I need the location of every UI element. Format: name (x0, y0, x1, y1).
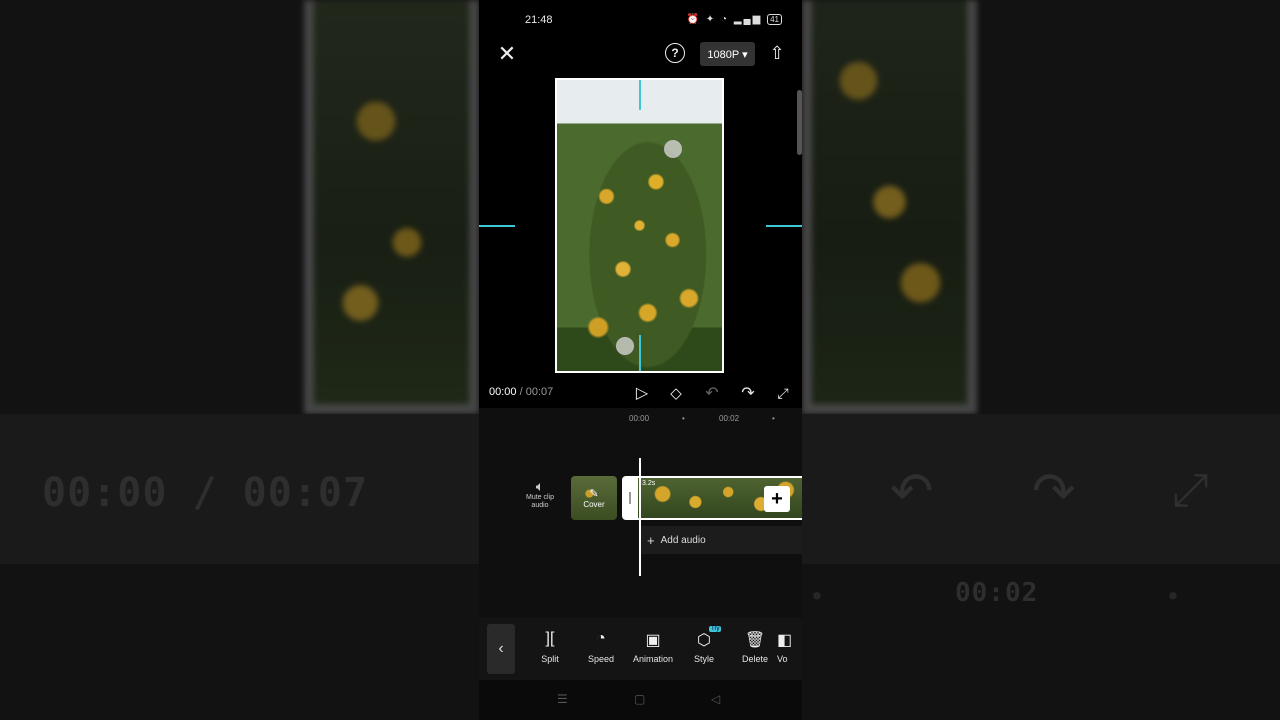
tool-label: Speed (587, 654, 615, 664)
close-icon[interactable]: ✕ (493, 40, 521, 68)
scale-handle[interactable] (616, 337, 634, 355)
add-audio-label: Add audio (660, 534, 706, 546)
ruler-mark: 00:02 (719, 414, 740, 423)
status-icons: ⏰ ✦ ◔ ▂▄▆ 41 (687, 14, 782, 25)
delete-icon: 🗑︎ (744, 632, 766, 649)
fullscreen-icon[interactable]: ⤢ (772, 382, 794, 404)
animation-icon: ▣ (645, 632, 661, 649)
status-time: 21:48 (525, 14, 553, 26)
mute-label: Mute clip audio (525, 494, 554, 509)
tool-label: Delete (741, 654, 768, 664)
add-clip-button[interactable]: + (764, 486, 790, 512)
phone-screen: 21:48 ⏰ ✦ ◔ ▂▄▆ 41 ✕ ? 1080P ▾ ⇧ 00:00 /… (479, 0, 802, 720)
split-icon: ][ (545, 630, 555, 647)
alignment-guide-bottom (639, 335, 641, 371)
video-preview[interactable] (555, 78, 724, 373)
tool-label: Split (541, 654, 559, 664)
android-nav-bar: ☰ ▢ ◁ (479, 680, 802, 720)
add-audio-button[interactable]: + Add audio (641, 526, 802, 554)
ruler-mark: 00:00 (629, 414, 650, 423)
alignment-guide-left (479, 225, 515, 227)
speaker-icon: 🔈︎ (535, 478, 545, 494)
background-time-marker: 00:02 (955, 578, 1039, 608)
status-bar: 21:48 ⏰ ✦ ◔ ▂▄▆ 41 (479, 12, 802, 30)
clip-duration: 3.2s (642, 480, 656, 487)
style-icon: ⬡ (697, 632, 711, 649)
back-nav-icon[interactable]: ◁ (711, 692, 720, 706)
tool-label: Vo (777, 654, 788, 664)
cover-label: Cover (583, 500, 605, 509)
alignment-guide-right (766, 225, 802, 227)
plus-icon: + (647, 532, 655, 548)
tool-animation[interactable]: ▣ Animation (628, 630, 678, 664)
mute-clip-audio-button[interactable]: 🔈︎ Mute clip audio (523, 478, 557, 510)
tool-delete[interactable]: 🗑︎ Delete (730, 630, 780, 664)
tool-label: Style (693, 654, 714, 664)
keyframe-icon[interactable]: ◇ (665, 382, 687, 404)
ruler-mark: • (682, 414, 685, 423)
background-photo-left (304, 0, 479, 414)
clip-trim-handle[interactable] (622, 476, 638, 520)
undo-icon[interactable]: ↶ (701, 382, 723, 404)
speed-icon: ◔ (596, 630, 606, 647)
tool-style[interactable]: ⬡ Try Style (679, 626, 729, 664)
cover-button[interactable]: ✎ Cover (571, 476, 617, 520)
timeline[interactable]: 00:00 • 00:02 • 🔈︎ Mute clip audio ✎ Cov… (479, 408, 802, 618)
editor-top-bar: ✕ ? 1080P ▾ ⇧ (479, 40, 802, 68)
time-separator: / (516, 386, 526, 398)
current-time: 00:00 (489, 386, 517, 398)
background-timecode: 00:00 / 00:07 (42, 470, 369, 516)
tool-label: Animation (632, 654, 674, 664)
tool-split[interactable]: ][ Split (525, 630, 575, 664)
edit-toolbar: ‹ ][ Split ◔ Speed ▣ Animation ⬡ Try Sty… (479, 618, 802, 680)
battery-icon: 41 (767, 14, 782, 25)
tool-speed[interactable]: ◔ Speed (576, 630, 626, 664)
playhead[interactable] (639, 458, 641, 576)
background-undo-icon: ↶ (890, 463, 934, 521)
playback-controls: 00:00 / 00:07 ▷ ◇ ↶ ↷ ⤢ (479, 382, 802, 404)
volume-icon: ◧ (777, 632, 793, 649)
rotate-handle[interactable] (664, 140, 682, 158)
ruler-mark: • (772, 414, 775, 423)
back-chevron-icon[interactable]: ‹ (487, 624, 515, 674)
background-redo-icon: ↷ (1032, 463, 1076, 521)
background-dot: • (812, 580, 822, 611)
alignment-guide-top (639, 80, 641, 110)
total-time: 00:07 (525, 386, 554, 398)
scrollbar[interactable] (797, 90, 802, 155)
time-ruler: 00:00 • 00:02 • (479, 414, 802, 428)
background-photo-right (802, 0, 977, 414)
edit-pen-icon: ✎ (589, 488, 599, 500)
try-badge: Try (709, 626, 722, 632)
help-icon[interactable]: ? (665, 43, 685, 63)
tool-volume[interactable]: ◧ Vo (777, 630, 802, 664)
background-fullscreen-icon: ⤢ (1172, 463, 1209, 515)
resolution-button[interactable]: 1080P ▾ (700, 42, 755, 66)
timecode: 00:00 / 00:07 (489, 386, 553, 398)
upload-icon[interactable]: ⇧ (765, 40, 789, 66)
recents-icon[interactable]: ☰ (557, 692, 568, 706)
redo-icon[interactable]: ↷ (737, 382, 759, 404)
status-icons-text: ⏰ ✦ ◔ ▂▄▆ (686, 14, 763, 25)
play-icon[interactable]: ▷ (631, 382, 653, 404)
home-icon[interactable]: ▢ (634, 692, 645, 706)
background-dot: • (1168, 580, 1178, 611)
